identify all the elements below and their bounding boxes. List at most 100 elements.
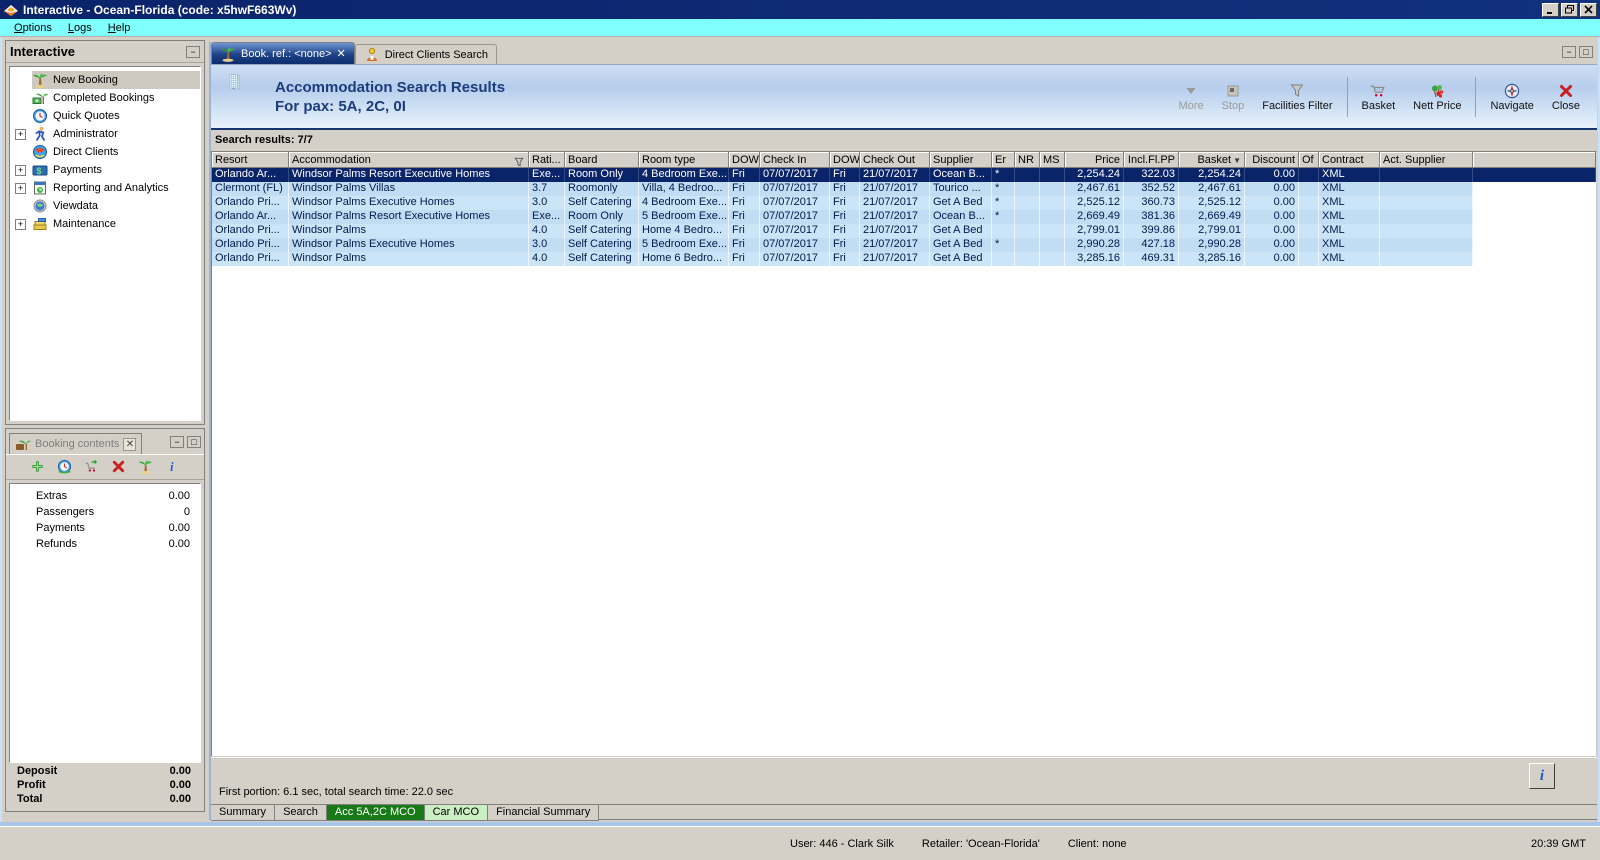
result-row[interactable]: Orlando Ar... Windsor Palms Resort Execut… <box>212 168 1596 182</box>
tab-direct-clients-search[interactable]: Direct Clients Search <box>354 44 498 64</box>
cell-contract: XML <box>1319 252 1380 266</box>
column-header-discount[interactable]: Discount <box>1245 152 1299 168</box>
column-header-rati[interactable]: Rati... <box>529 152 565 168</box>
booking-toolbar-quote-clock-icon[interactable] <box>57 459 73 475</box>
sidebar-item-new-booking[interactable]: New Booking <box>10 71 200 89</box>
facilities-filter-button[interactable]: Facilities Filter <box>1255 80 1339 114</box>
booking-toolbar-delete-icon[interactable] <box>111 459 127 475</box>
column-header-dow[interactable]: DOW <box>830 152 860 168</box>
cell-room-type: Villa, 4 Bedroo... <box>639 182 729 196</box>
cell-price: 2,990.28 <box>1065 238 1124 252</box>
cell-nr <box>1015 252 1040 266</box>
toolbar-button-label: More <box>1178 99 1204 112</box>
column-header-room-type[interactable]: Room type <box>639 152 729 168</box>
cell-dow: Fri <box>830 210 860 224</box>
bottom-tab-car-mco[interactable]: Car MCO <box>424 805 489 821</box>
booking-toolbar-add-icon[interactable] <box>30 459 46 475</box>
nett-price-button[interactable]: Nett Price <box>1406 80 1468 114</box>
sidebar-item-completed-bookings[interactable]: Completed Bookings <box>10 89 200 107</box>
booking-toolbar-basket-add-icon[interactable] <box>84 459 100 475</box>
cell-of <box>1299 196 1319 210</box>
column-header-board[interactable]: Board <box>565 152 639 168</box>
info-button[interactable]: i <box>1529 763 1555 789</box>
booking-contents-close-icon[interactable]: ✕ <box>123 437 137 451</box>
cell-board: Self Catering <box>565 252 639 266</box>
column-header-supplier[interactable]: Supplier <box>930 152 992 168</box>
bottom-tab-search[interactable]: Search <box>275 805 327 821</box>
minimize-button[interactable] <box>1542 2 1559 17</box>
expand-plus-icon[interactable]: + <box>15 218 26 230</box>
sidebar-item-viewdata[interactable]: Viewdata <box>10 197 200 215</box>
tab-label: Direct Clients Search <box>384 48 489 61</box>
cell-ms <box>1040 224 1065 238</box>
main-panel-minimize-button[interactable]: − <box>1562 46 1576 58</box>
expand-plus-icon[interactable]: + <box>15 128 26 140</box>
column-header-of[interactable]: Of <box>1299 152 1319 168</box>
booking-contents-row: Extras 0.00 <box>10 490 200 506</box>
booking-toolbar-palm-tree-icon[interactable] <box>138 459 154 475</box>
booking-toolbar-info-icon[interactable]: i <box>165 459 181 475</box>
column-header-check-in[interactable]: Check In <box>760 152 830 168</box>
booking-panel-maximize-button[interactable]: □ <box>187 436 201 448</box>
cell-rati: Exe... <box>529 168 565 182</box>
menu-item-logs[interactable]: Logs <box>60 21 100 35</box>
column-header-accommodation[interactable]: Accommodation <box>289 152 529 168</box>
sidebar-item-maintenance[interactable]: + Maintenance <box>10 215 200 233</box>
column-header-contract[interactable]: Contract <box>1319 152 1380 168</box>
column-header-dow[interactable]: DOW <box>729 152 760 168</box>
column-header-label: Room type <box>642 154 696 166</box>
cell-discount: 0.00 <box>1245 224 1299 238</box>
cell-act-supplier <box>1380 210 1473 224</box>
status-user: User: 446 - Clark Silk <box>790 837 894 850</box>
column-header-check-out[interactable]: Check Out <box>860 152 930 168</box>
expand-plus-icon[interactable]: + <box>15 182 26 194</box>
cell-basket: 2,990.28 <box>1179 238 1245 252</box>
panel-minimize-button[interactable]: − <box>186 45 200 58</box>
sidebar-item-payments[interactable]: + $ Payments <box>10 161 200 179</box>
result-row[interactable]: Orlando Pri... Windsor Palms Executive Ho… <box>212 238 1596 252</box>
basket-icon <box>1370 82 1386 98</box>
menu-item-options[interactable]: Options <box>6 21 60 35</box>
column-header-resort[interactable]: Resort <box>212 152 289 168</box>
result-row[interactable]: Orlando Ar... Windsor Palms Resort Execut… <box>212 210 1596 224</box>
restore-button[interactable] <box>1561 2 1578 17</box>
cell-of <box>1299 252 1319 266</box>
cell-act-supplier <box>1380 168 1473 182</box>
column-header-incl-fl-pp[interactable]: Incl.Fl.PP <box>1124 152 1179 168</box>
tab-book-ref-none[interactable]: Book. ref.: <none> ✕ <box>211 42 355 64</box>
main-panel-maximize-button[interactable]: □ <box>1579 46 1593 58</box>
column-header-ms[interactable]: MS <box>1040 152 1065 168</box>
sidebar-item-direct-clients[interactable]: Direct Clients <box>10 143 200 161</box>
bottom-tab-acc-5a-2c-mco[interactable]: Acc 5A,2C MCO <box>326 805 425 821</box>
column-header-basket[interactable]: Basket ▼ <box>1179 152 1245 168</box>
result-row[interactable]: Orlando Pri... Windsor Palms 4.0 Self Cater… <box>212 224 1596 238</box>
result-row[interactable]: Clermont (FL) Windsor Palms Villas 3.7 Room… <box>212 182 1596 196</box>
bottom-tab-financial-summary[interactable]: Financial Summary <box>488 805 600 821</box>
menu-item-help[interactable]: Help <box>100 21 139 35</box>
grid-empty-area <box>212 266 1596 756</box>
booking-contents-list: Extras 0.00 Passengers 0 Payments 0.00 Refunds… <box>9 483 201 763</box>
column-header-er[interactable]: Er <box>992 152 1015 168</box>
booking-panel-minimize-button[interactable]: − <box>170 436 184 448</box>
column-filter-icon[interactable] <box>513 154 525 167</box>
tab-close-icon[interactable]: ✕ <box>337 47 346 60</box>
navigate-button[interactable]: Navigate <box>1483 80 1540 114</box>
sidebar-item-administrator[interactable]: + Administrator <box>10 125 200 143</box>
basket-button[interactable]: Basket <box>1355 80 1403 114</box>
column-header-label: Of <box>1302 154 1314 166</box>
result-row[interactable]: Orlando Pri... Windsor Palms 4.0 Self Cater… <box>212 252 1596 266</box>
sidebar-item-quick-quotes[interactable]: Quick Quotes <box>10 107 200 125</box>
column-header-price[interactable]: Price <box>1065 152 1124 168</box>
column-header-act-supplier[interactable]: Act. Supplier <box>1380 152 1473 168</box>
result-row[interactable]: Orlando Pri... Windsor Palms Executive Ho… <box>212 196 1596 210</box>
close-button[interactable]: Close <box>1545 80 1587 114</box>
column-header-label: Rati... <box>532 154 561 166</box>
booking-contents-tab[interactable]: Booking contents ✕ <box>9 433 143 454</box>
column-header-nr[interactable]: NR <box>1015 152 1040 168</box>
bottom-tabstrip: Summary Search Acc 5A,2C MCO Car MCO Financi… <box>211 804 1597 821</box>
expand-plus-icon[interactable]: + <box>15 164 26 176</box>
close-window-button[interactable] <box>1580 2 1597 17</box>
toolbar-button-label: Nett Price <box>1413 99 1462 112</box>
bottom-tab-summary[interactable]: Summary <box>211 805 276 821</box>
sidebar-item-reporting-and-analytics[interactable]: + Reporting and Analytics <box>10 179 200 197</box>
